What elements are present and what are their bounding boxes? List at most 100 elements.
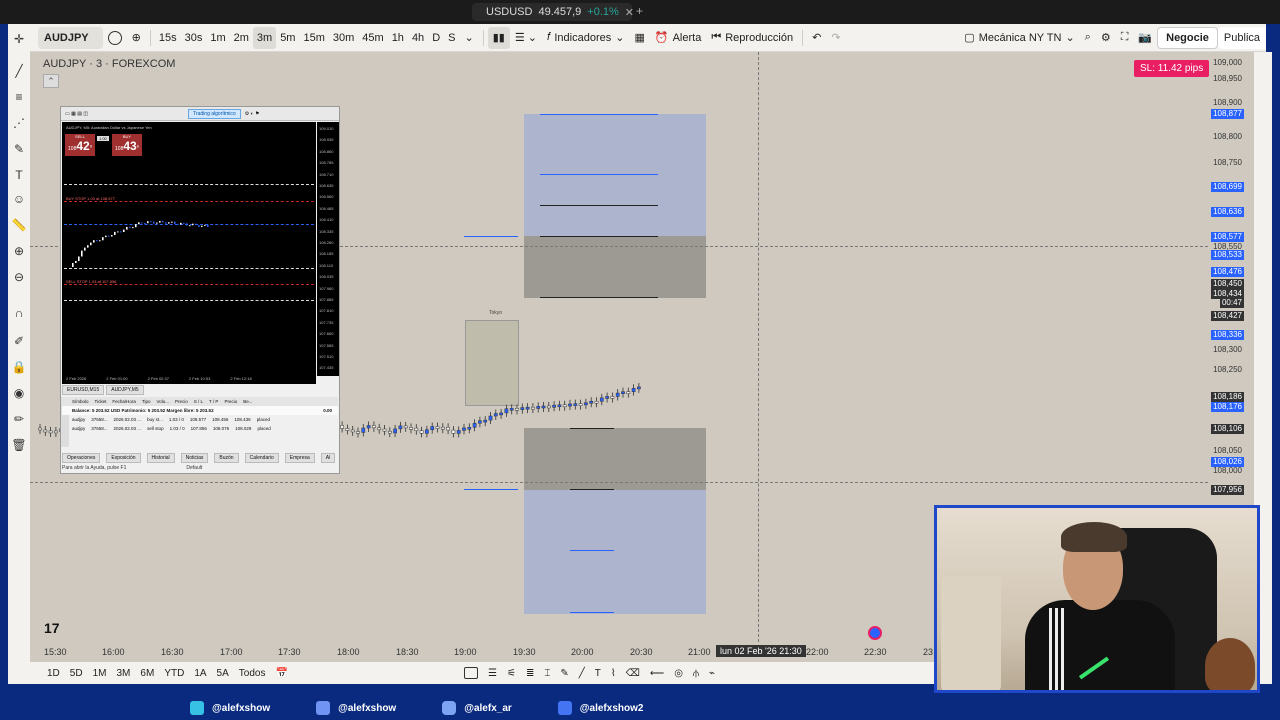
eye-icon[interactable]: ◉ <box>11 386 27 400</box>
toolbox-tab[interactable]: Calendario <box>244 453 279 463</box>
table-header-cell[interactable]: Be... <box>243 399 252 404</box>
range-3M[interactable]: 3M <box>112 668 136 679</box>
undo-icon[interactable]: ↶ <box>807 27 826 49</box>
target-icon[interactable]: ◎ <box>674 668 683 679</box>
table-header-cell[interactable]: Tipo <box>142 399 151 404</box>
zoom-out-icon[interactable]: ⊖ <box>11 270 27 284</box>
range-1D[interactable]: 1D <box>42 668 65 679</box>
table-header-cell[interactable]: Precio <box>224 399 237 404</box>
fib-icon[interactable]: ≡ <box>11 90 27 104</box>
magnet-icon[interactable]: ∩ <box>11 306 27 320</box>
social-handle[interactable]: @alefxshow2 <box>557 701 643 715</box>
table-header-cell[interactable]: Fecha/Hora <box>112 399 136 404</box>
lock-icon[interactable]: 🔒 <box>11 360 27 374</box>
interval-30s[interactable]: 30s <box>181 27 207 49</box>
path-icon[interactable]: ⌁ <box>709 668 715 679</box>
table-header-cell[interactable]: T / P <box>209 399 218 404</box>
ray-icon[interactable]: ⟵ <box>650 668 664 679</box>
toolbox-tab[interactable]: Noticias <box>180 453 209 463</box>
range-YTD[interactable]: YTD <box>159 668 189 679</box>
trend-line-icon[interactable]: ╱ <box>11 64 27 78</box>
chevron-down-icon[interactable]: ⌄ <box>459 27 478 49</box>
lock-drawing-icon[interactable]: ✐ <box>11 334 27 348</box>
text-tool-icon[interactable]: T <box>11 168 27 182</box>
camera-icon[interactable]: 📷 <box>1133 27 1157 49</box>
mt5-chart-tab[interactable]: AUDJPY,M5 <box>106 385 144 395</box>
range-Todos[interactable]: Todos <box>234 668 271 679</box>
measure-icon[interactable]: ⌶ <box>544 668 550 679</box>
trade-button[interactable]: Negocie <box>1157 26 1218 49</box>
table-header-cell[interactable]: Ticket <box>95 399 107 404</box>
new-tab-icon[interactable]: + <box>636 4 643 18</box>
toolbox-tab[interactable]: Empresa <box>284 453 315 463</box>
line-icon[interactable]: ╱ <box>579 668 585 679</box>
calendar-icon[interactable]: 📅 <box>270 668 292 679</box>
cursor-icon[interactable]: ⌇ <box>611 668 616 679</box>
text-icon[interactable]: T <box>595 668 601 679</box>
social-handle[interactable]: @alefx_ar <box>442 701 512 715</box>
search-icon[interactable]: ⌕ <box>1080 27 1096 49</box>
eraser-icon[interactable]: ⌫ <box>626 668 640 679</box>
bar-style-icon[interactable]: ▮▮ <box>487 26 510 49</box>
browser-tab[interactable]: USDUSD 49.457,9 +0.1% ✕ <box>472 3 634 21</box>
table-row[interactable]: audjpy 37658... 2026.02.03 ... sell stop 1.0… <box>62 424 338 433</box>
toolbox-tab[interactable]: Buzón <box>214 453 239 463</box>
compare-icon[interactable] <box>103 27 127 49</box>
interval-15s[interactable]: 15s <box>155 27 181 49</box>
rectangle-icon[interactable] <box>464 667 478 679</box>
interval-45m[interactable]: 45m <box>358 27 387 49</box>
add-symbol-icon[interactable]: ⊕ <box>127 27 146 49</box>
table-header-cell[interactable]: Símbolo <box>72 399 89 404</box>
toolbox-tab[interactable]: Operaciones <box>62 453 101 463</box>
pencil-icon[interactable]: ✏ <box>11 412 27 426</box>
symbol-search-button[interactable]: AUDJPY <box>38 26 103 49</box>
table-header-cell[interactable]: Volu... <box>156 399 169 404</box>
pitchfork-icon[interactable]: ⫛ <box>693 668 699 679</box>
list-icon[interactable]: ☰ <box>488 668 497 679</box>
toolbox-tab[interactable]: Al <box>320 453 336 463</box>
interval-4h[interactable]: 4h <box>408 27 428 49</box>
brush-icon[interactable]: ✎ <box>11 142 27 156</box>
replay-button[interactable]: ⏮ Reproducción <box>706 27 798 49</box>
algo-trading-button[interactable]: Trading algorítmico <box>188 108 241 119</box>
trash-icon[interactable]: 🗑 <box>11 438 27 452</box>
interval-2m[interactable]: 2m <box>230 27 253 49</box>
layout-button[interactable]: ▢ Mecánica NY TN ⌄ <box>959 27 1079 49</box>
toolbar-icon[interactable]: ⚙ ◐ ⚑ <box>245 111 260 117</box>
brush-icon[interactable]: ✎ <box>560 668 568 679</box>
table-row[interactable]: audjpy 37658... 2026.02.03 ... buy st... 1.0… <box>62 415 338 424</box>
templates-icon[interactable]: ▦ <box>629 27 649 49</box>
interval-5m[interactable]: 5m <box>276 27 299 49</box>
table-header-cell[interactable]: S / L <box>194 399 203 404</box>
event-icon[interactable] <box>868 626 882 640</box>
emoji-icon[interactable]: ☺ <box>11 192 27 206</box>
social-handle[interactable]: @alefxshow <box>316 701 396 715</box>
range-6M[interactable]: 6M <box>135 668 159 679</box>
redo-icon[interactable]: ↷ <box>826 27 845 49</box>
range-1M[interactable]: 1M <box>88 668 112 679</box>
publish-button[interactable]: Publica <box>1217 26 1266 49</box>
social-handle[interactable]: @alefxshow <box>190 701 270 715</box>
indicators-button[interactable]: 𝑓 Indicadores ⌄ <box>542 27 630 49</box>
range-5D[interactable]: 5D <box>65 668 88 679</box>
ruler-icon[interactable]: 📏 <box>11 218 27 232</box>
table-header-cell[interactable]: Precio <box>175 399 188 404</box>
fib-icon[interactable]: ≣ <box>526 668 534 679</box>
range-5A[interactable]: 5A <box>212 668 234 679</box>
interval-1h[interactable]: 1h <box>388 27 408 49</box>
close-icon[interactable]: ✕ <box>625 6 634 19</box>
range-1A[interactable]: 1A <box>189 668 211 679</box>
toolbox-tab[interactable]: Exposición <box>106 453 141 463</box>
interval-3m[interactable]: 3m <box>252 26 277 49</box>
interval-15m[interactable]: 15m <box>299 27 328 49</box>
interval-30m[interactable]: 30m <box>329 27 358 49</box>
metatrader-chart[interactable]: AUDJPY, M5: Australian Dollar vs Japanes… <box>62 122 316 376</box>
zoom-in-icon[interactable]: ⊕ <box>11 244 27 258</box>
interval-S[interactable]: S <box>444 27 459 49</box>
mt5-chart-tab[interactable]: EURUSD,M15 <box>62 385 105 395</box>
filter-icon[interactable]: ⚟ <box>507 668 516 679</box>
fullscreen-icon[interactable]: ⛶ <box>1116 27 1134 49</box>
pattern-icon[interactable]: ⋰ <box>11 116 27 130</box>
toolbox-tab[interactable]: Historial <box>146 453 175 463</box>
interval-D[interactable]: D <box>428 27 444 49</box>
